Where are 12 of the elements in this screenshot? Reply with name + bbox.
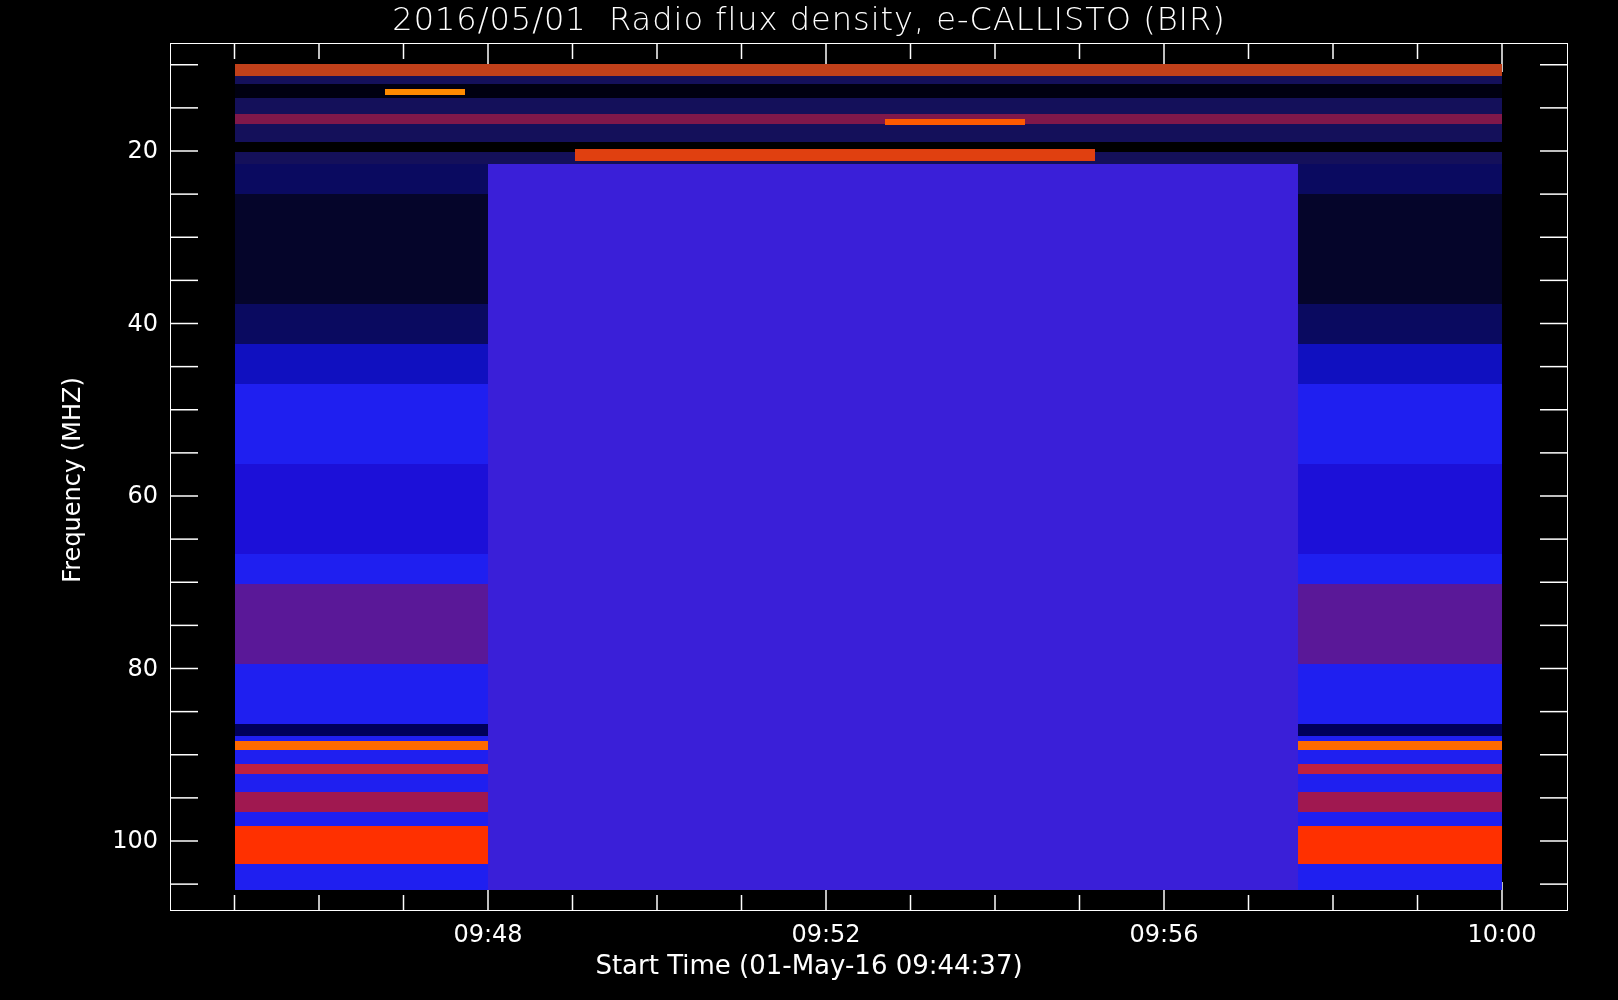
x-tick-label: 09:52 (791, 920, 861, 948)
y-tick-label: 80 (127, 653, 158, 682)
y-tick-label: 60 (127, 481, 158, 509)
x-axis-label: Start Time (01-May-16 09:44:37) (594, 950, 1024, 980)
x-tick-label: 10:00 (1467, 920, 1537, 948)
y-axis-label: Frequency (MHZ) (58, 377, 86, 583)
y-tick-label: 100 (112, 826, 158, 854)
y-tick-label: 20 (127, 136, 158, 164)
chart-title: 2016/05/01 Radio flux density, e-CALLISTO (BIR) (391, 0, 1227, 38)
x-tick-label: 09:48 (453, 920, 523, 948)
x-tick-label: 09:56 (1129, 920, 1199, 948)
y-tick-label: 40 (127, 308, 158, 337)
